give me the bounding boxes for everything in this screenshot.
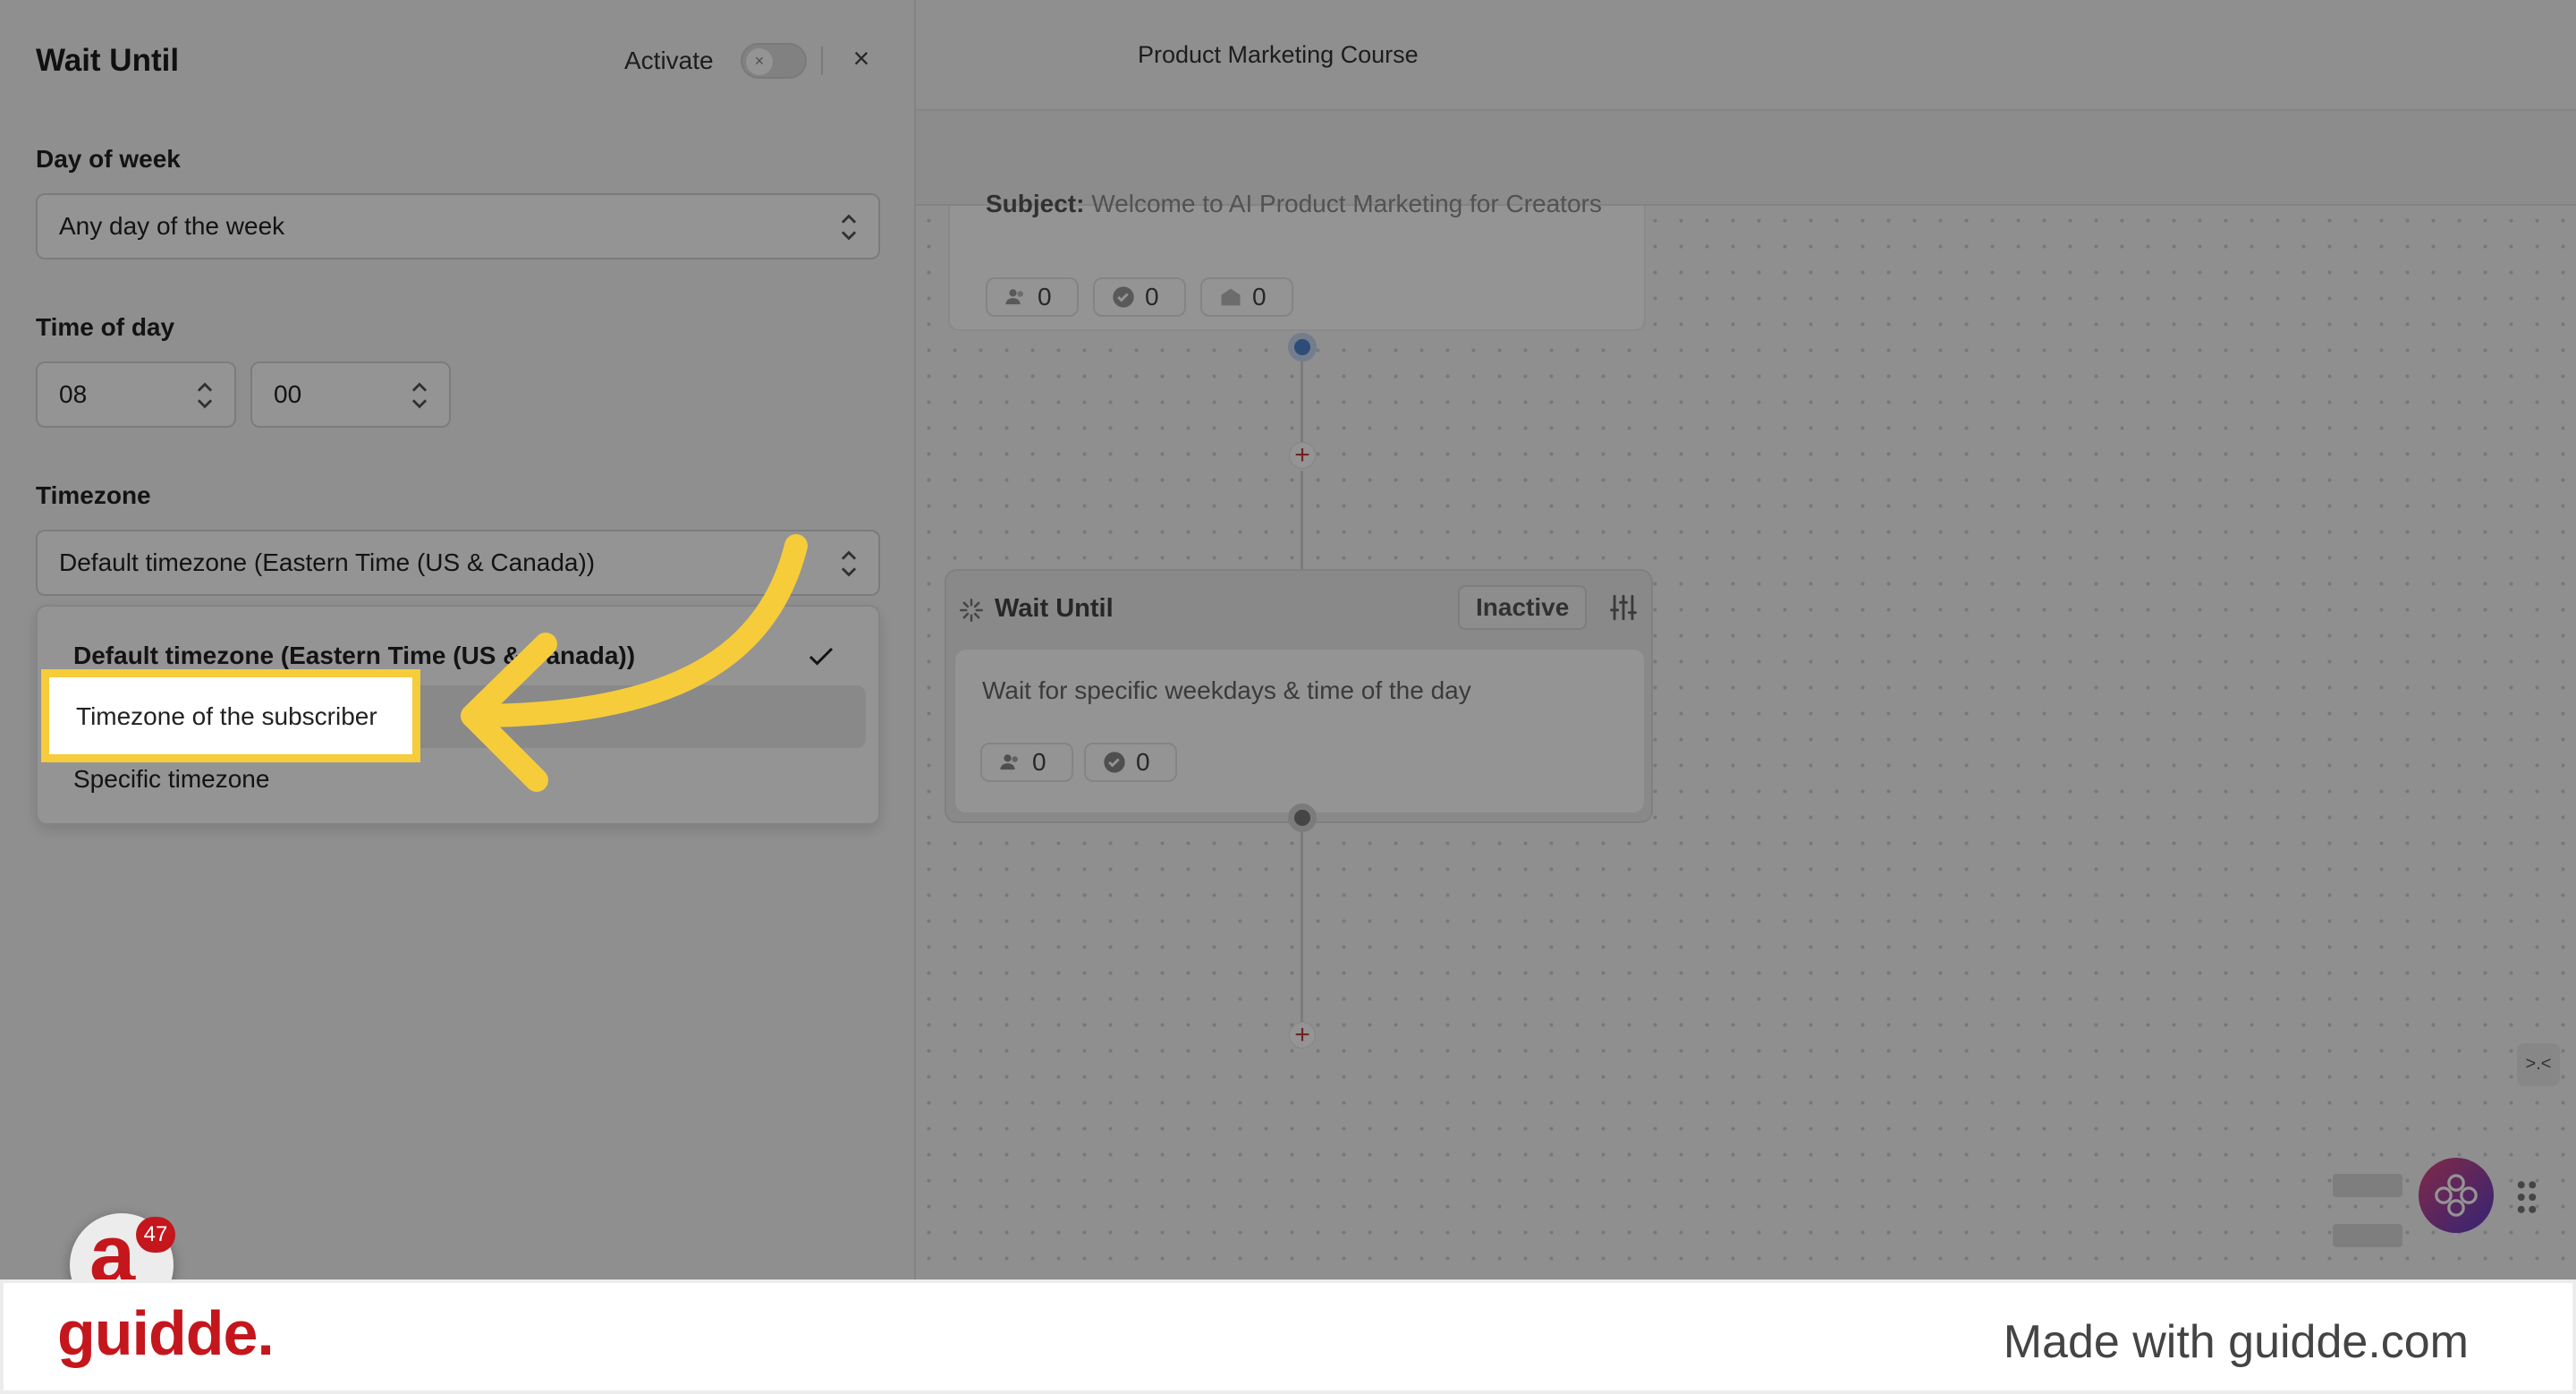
footer-banner: guidde. Made with guidde.com [0,1279,2576,1394]
footer-tagline: Made with guidde.com [2003,1316,2469,1368]
notification-badge: 47 [136,1217,175,1253]
highlighted-option[interactable]: Timezone of the subscriber [41,669,420,762]
pointer-arrow-icon [461,534,808,792]
highlighted-option-label: Timezone of the subscriber [76,702,377,730]
spotlight-overlay [0,0,2576,1279]
guidde-logo: guidde. [57,1298,275,1368]
